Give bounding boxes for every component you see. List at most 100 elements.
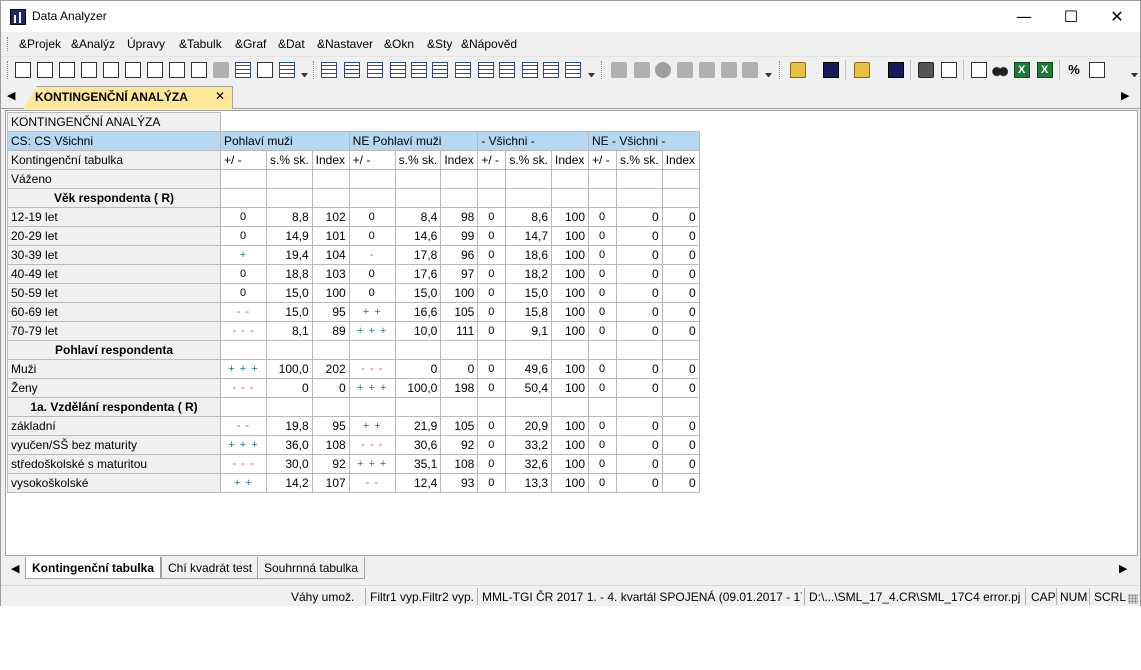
print-icon[interactable] [918, 62, 934, 78]
excel-export-icon[interactable] [1014, 62, 1030, 78]
area-chart-icon[interactable] [677, 62, 693, 78]
analysis-icon[interactable] [81, 62, 97, 78]
print-preview-icon[interactable] [941, 62, 957, 78]
group-header[interactable]: NE - Všichni - [588, 131, 700, 151]
section-title[interactable]: 1a. Vzdělání respondenta ( R) [7, 397, 221, 417]
close-button[interactable]: ✕ [1094, 1, 1140, 32]
minimize-button[interactable]: — [1001, 1, 1047, 32]
table-icon[interactable] [455, 62, 471, 78]
menu-analysis[interactable]: &Analýz [71, 37, 115, 51]
cs-label[interactable]: CS: CS Všichni [7, 131, 221, 151]
group-header[interactable]: - Všichni - [477, 131, 590, 151]
copy-icon[interactable] [971, 62, 987, 78]
table-icon[interactable] [367, 62, 383, 78]
analysis-icon[interactable] [125, 62, 141, 78]
table-row[interactable]: středoškolské s maturitou - - -30,0 92 + + … [7, 454, 700, 474]
analysis-icon[interactable] [37, 62, 53, 78]
menu-styles[interactable]: &Sty [427, 37, 452, 51]
chart-icon[interactable] [742, 62, 758, 78]
open-project-icon[interactable] [854, 62, 870, 78]
table-icon[interactable] [344, 62, 360, 78]
tab-chi-square-test[interactable]: Chí kvadrát test [161, 557, 260, 579]
chart-icon[interactable] [721, 62, 737, 78]
tab-scroll-right-icon[interactable]: ▶ [1121, 89, 1129, 102]
menu-edit[interactable]: Úpravy [127, 37, 165, 51]
table-icon[interactable] [321, 62, 337, 78]
open-folder-icon[interactable] [790, 62, 806, 78]
table-icon[interactable] [543, 62, 559, 78]
menu-data[interactable]: &Dat [278, 37, 305, 51]
toolbar-overflow-icon[interactable] [301, 73, 308, 77]
significance-cell: - - - [348, 435, 396, 455]
analysis-icon[interactable] [279, 62, 295, 78]
percent-icon[interactable]: % [1066, 62, 1082, 78]
table-icon[interactable] [499, 62, 515, 78]
table-row[interactable]: Muži + + +100,0 202- - -0 0 0 49,6 100 0 0 0 [7, 359, 700, 379]
analysis-icon[interactable] [191, 62, 207, 78]
table-row[interactable]: 60-69 let - -15,0 95 + +16,6 105 0 15,8 100 0 0 0 [7, 302, 700, 322]
table-icon[interactable] [478, 62, 494, 78]
table-icon[interactable] [432, 62, 448, 78]
table-row[interactable]: 12-19 let 0 8,8 102 0 8,4 98 0 8,6 100 0 0 0 [7, 207, 700, 227]
close-tab-icon[interactable]: ✕ [215, 89, 225, 103]
toolbar-overflow-icon[interactable] [1131, 73, 1138, 77]
save-icon[interactable] [823, 62, 839, 78]
table-row[interactable]: 30-39 let +19,4 104-17,8 96 0 18,6 100 0 0 0 [7, 245, 700, 265]
toolbar-grip[interactable] [7, 61, 10, 79]
tab-contingency-table[interactable]: Kontingenční tabulka [25, 557, 162, 579]
bar-chart-icon[interactable] [611, 62, 627, 78]
menu-help[interactable]: &Nápověd [461, 37, 517, 51]
table-row[interactable]: 50-59 let 0 15,0 100 0 15,0 100 0 15,0 100 0 0 0 [7, 283, 700, 303]
table-row[interactable]: 40-49 let 0 18,8 103 0 17,6 97 0 18,2 100 0 0 0 [7, 264, 700, 284]
chart-icon[interactable] [699, 62, 715, 78]
excel-export-icon[interactable] [1037, 62, 1053, 78]
toolbar-overflow-icon[interactable] [588, 73, 595, 77]
menu-graph[interactable]: &Graf [235, 37, 266, 51]
table-icon[interactable] [411, 62, 427, 78]
table-icon[interactable] [565, 62, 581, 78]
toolbar-grip[interactable] [601, 61, 604, 79]
pie-chart-icon[interactable] [655, 62, 671, 78]
index-cell: 100 [551, 473, 590, 493]
find-icon[interactable] [992, 62, 1008, 78]
table-row[interactable]: vyučen/SŠ bez maturity + + +36,0 108- - -3… [7, 435, 700, 455]
analysis-icon[interactable] [213, 62, 229, 78]
menu-settings[interactable]: &Nastaver [317, 37, 373, 51]
toolbar-overflow-icon[interactable] [765, 73, 772, 77]
table-row[interactable]: 70-79 let - - -8,1 89 + + +10,0 111 0 9,1 100 0 0… [7, 321, 700, 341]
menu-table[interactable]: &Tabulk [179, 37, 222, 51]
table-row[interactable]: vysokoškolské + +14,2 107- -12,4 93 0 13,3 100… [7, 473, 700, 493]
menu-project[interactable]: &Projek [19, 37, 61, 51]
settings-icon[interactable] [1089, 62, 1105, 78]
table-row[interactable]: základní - -19,8 95 + +21,9 105 0 20,9 100 0 0 0 [7, 416, 700, 436]
analysis-icon[interactable] [169, 62, 185, 78]
toolbar-grip[interactable] [313, 61, 316, 79]
index-cell: 100 [551, 226, 590, 246]
maximize-button[interactable]: ☐ [1048, 1, 1094, 32]
analysis-icon[interactable] [147, 62, 163, 78]
bar-chart-icon[interactable] [634, 62, 650, 78]
section-title[interactable]: Pohlaví respondenta [7, 340, 221, 360]
analysis-icon[interactable] [103, 62, 119, 78]
analysis-icon[interactable] [257, 62, 273, 78]
resize-grip[interactable] [1128, 594, 1138, 604]
save-project-icon[interactable] [888, 62, 904, 78]
menu-grip[interactable] [7, 37, 10, 51]
status-bar: Váhy umož. Filtr1 vyp.Filtr2 vyp. MML-TG… [1, 585, 1140, 606]
table-row[interactable]: Ženy - - -0 0 + + +100,0 198 0 50,4 100 0 0 0 [7, 378, 700, 398]
tab-scroll-left-icon[interactable]: ◀ [7, 89, 15, 102]
menu-window[interactable]: &Okn [384, 37, 414, 51]
sheet-scroll-left-icon[interactable]: ◀ [11, 562, 19, 575]
table-icon[interactable] [390, 62, 406, 78]
analysis-icon[interactable] [59, 62, 75, 78]
sheet-scroll-right-icon[interactable]: ▶ [1119, 562, 1127, 575]
group-header[interactable]: Pohlaví muži [220, 131, 350, 151]
toolbar-grip[interactable] [779, 61, 782, 79]
tab-summary-table[interactable]: Souhrnná tabulka [257, 557, 366, 579]
analysis-icon[interactable] [235, 62, 251, 78]
new-analysis-icon[interactable] [15, 62, 31, 78]
table-row[interactable]: 20-29 let 0 14,9 101 0 14,6 99 0 14,7 100 0 0 0 [7, 226, 700, 246]
section-title[interactable]: Věk respondenta ( R) [7, 188, 221, 208]
group-header[interactable]: NE Pohlaví muži [348, 131, 479, 151]
table-icon[interactable] [522, 62, 538, 78]
